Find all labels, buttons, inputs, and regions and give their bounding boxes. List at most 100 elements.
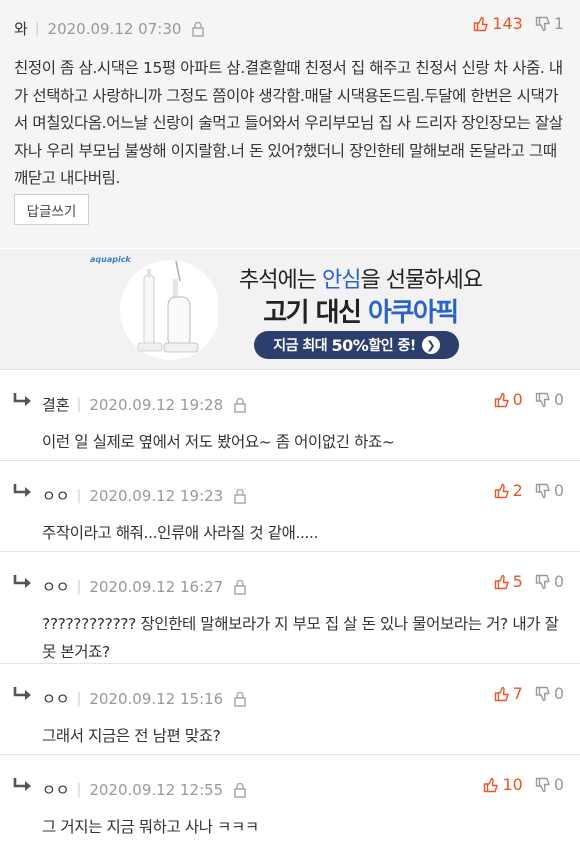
upvote-count: 5 [512, 572, 523, 591]
meta-divider: | [76, 781, 82, 798]
thumbs-up-icon [494, 483, 509, 498]
comment-votes: 143 1 [473, 14, 564, 33]
upvote-button[interactable]: 2 [494, 481, 523, 500]
reply-arrow-icon [13, 778, 31, 791]
reply-date: 2020.09.12 15:16 [89, 689, 224, 708]
thumbs-up-icon [494, 574, 509, 589]
reply-meta: ㅇㅇ | 2020.09.12 16:27 [42, 576, 247, 597]
reply-nickname[interactable]: ㅇㅇ [42, 688, 70, 709]
comment-body: 친정이 좀 삼.시댁은 15평 아파트 삼.결혼할때 친정서 집 해주고 친정서… [14, 59, 563, 187]
lock-icon [234, 397, 246, 413]
reply-nickname[interactable]: ㅇㅇ [42, 485, 70, 506]
thumbs-up-icon [484, 777, 499, 792]
ad-headline: 추석에는 안심을 선물하세요 [218, 262, 503, 294]
reply-button[interactable]: 답글쓰기 [14, 194, 89, 225]
thumbs-up-icon [494, 392, 509, 407]
upvote-button[interactable]: 143 [473, 14, 523, 33]
reply-item: 결혼 | 2020.09.12 19:28 0 0 이런 일 실제로 옆에서 저… [0, 369, 580, 460]
reply-nickname[interactable]: ㅇㅇ [42, 779, 70, 800]
main-comment: 와 | 2020.09.12 07:30 143 1 친정이 좀 삼.시댁은 1… [0, 0, 580, 248]
meta-divider: | [34, 20, 40, 37]
reply-body: 그 거지는 지금 뭐하고 사나 ㅋㅋㅋ [42, 818, 259, 836]
thumbs-down-icon [535, 686, 550, 701]
ad-discount-button[interactable]: 지금 최대 50% 할인 중! ❯ [254, 331, 459, 359]
upvote-button[interactable]: 0 [494, 390, 523, 409]
upvote-count: 143 [492, 14, 523, 33]
reply-body: 그래서 지금은 전 남편 맞죠? [42, 727, 221, 745]
chevron-right-icon: ❯ [421, 336, 440, 354]
ad-pill-pre: 지금 최대 [273, 338, 328, 354]
downvote-count: 1 [553, 14, 564, 33]
reply-item: ㅇㅇ | 2020.09.12 16:27 5 0 ???????????? 장… [0, 551, 580, 663]
meta-divider: | [76, 690, 82, 707]
reply-votes: 5 0 [494, 572, 564, 591]
reply-votes: 0 0 [494, 390, 564, 409]
upvote-count: 0 [512, 390, 523, 409]
reply-item: ㅇㅇ | 2020.09.12 15:16 7 0 그래서 지금은 전 남편 맞… [0, 663, 580, 754]
reply-date: 2020.09.12 12:55 [89, 780, 224, 799]
reply-arrow-icon [13, 393, 31, 406]
reply-arrow-icon [13, 687, 31, 700]
reply-body: ???????????? 장인한테 말해보라가 지 부모 집 살 돈 있나 물어… [42, 615, 559, 661]
downvote-count: 0 [553, 684, 564, 703]
thumbs-down-icon [535, 392, 550, 407]
lock-icon [234, 579, 246, 595]
thumbs-down-icon [535, 483, 550, 498]
reply-nickname[interactable]: ㅇㅇ [42, 576, 70, 597]
downvote-count: 0 [553, 572, 564, 591]
ad-subheadline: 고기 대신 아쿠아픽 [218, 292, 503, 329]
reply-votes: 10 0 [483, 775, 564, 794]
lock-icon [192, 21, 205, 37]
upvote-count: 7 [512, 684, 523, 703]
ad-pill-percent: 50% [331, 335, 369, 355]
reply-body: 주작이라고 해줘...인류애 사라질 것 같애..... [42, 524, 319, 542]
downvote-button[interactable]: 0 [535, 684, 564, 703]
downvote-count: 0 [553, 390, 564, 409]
ad-subheadline-pre: 고기 대신 [263, 298, 369, 328]
reply-item: ㅇㅇ | 2020.09.12 19:23 2 0 주작이라고 해줘...인류애… [0, 460, 580, 551]
thumbs-down-icon [535, 777, 550, 792]
ad-product-image [120, 260, 218, 360]
downvote-count: 0 [553, 481, 564, 500]
reply-meta: 결혼 | 2020.09.12 19:28 [42, 394, 247, 415]
ad-banner[interactable]: aquapick 추석에는 안심을 선물하세요 고기 대신 아쿠아픽 지금 최대… [0, 249, 580, 369]
reply-date: 2020.09.12 16:27 [89, 577, 224, 596]
upvote-button[interactable]: 10 [483, 775, 523, 794]
comment-meta: 와 | 2020.09.12 07:30 [14, 18, 205, 39]
reply-date: 2020.09.12 19:23 [89, 486, 224, 505]
reply-item: ㅇㅇ | 2020.09.12 12:55 10 0 그 거지는 지금 뭐하고 … [0, 754, 580, 853]
downvote-button[interactable]: 0 [535, 390, 564, 409]
downvote-button[interactable]: 0 [535, 572, 564, 591]
meta-divider: | [76, 487, 82, 504]
ad-headline-post: 을 선물하세요 [360, 268, 483, 293]
upvote-button[interactable]: 7 [494, 684, 523, 703]
reply-arrow-icon [13, 575, 31, 588]
upvote-button[interactable]: 5 [494, 572, 523, 591]
reply-meta: ㅇㅇ | 2020.09.12 12:55 [42, 779, 247, 800]
reply-meta: ㅇㅇ | 2020.09.12 19:23 [42, 485, 247, 506]
thumbs-up-icon [474, 16, 488, 31]
ad-headline-highlight: 안심 [322, 268, 361, 293]
reply-meta: ㅇㅇ | 2020.09.12 15:16 [42, 688, 247, 709]
thumbs-up-icon [494, 686, 509, 701]
reply-arrow-icon [13, 484, 31, 497]
upvote-count: 10 [502, 775, 523, 794]
meta-divider: | [76, 396, 82, 413]
ad-headline-pre: 추석에는 [239, 268, 323, 293]
comment-nickname[interactable]: 와 [14, 18, 28, 39]
upvote-count: 2 [512, 481, 523, 500]
reply-date: 2020.09.12 19:28 [89, 395, 224, 414]
downvote-count: 0 [553, 775, 564, 794]
thumbs-down-icon [535, 574, 550, 589]
reply-nickname[interactable]: 결혼 [42, 394, 70, 415]
reply-body: 이런 일 실제로 옆에서 저도 봤어요~ 좀 어이없긴 하죠~ [42, 433, 395, 451]
comment-date: 2020.09.12 07:30 [47, 19, 182, 38]
ad-subheadline-highlight: 아쿠아픽 [368, 298, 459, 328]
downvote-button[interactable]: 0 [535, 481, 564, 500]
thumbs-down-icon [535, 16, 550, 31]
downvote-button[interactable]: 0 [535, 775, 564, 794]
downvote-button[interactable]: 1 [535, 14, 564, 33]
reply-votes: 2 0 [494, 481, 564, 500]
lock-icon [234, 782, 246, 798]
reply-votes: 7 0 [494, 684, 564, 703]
